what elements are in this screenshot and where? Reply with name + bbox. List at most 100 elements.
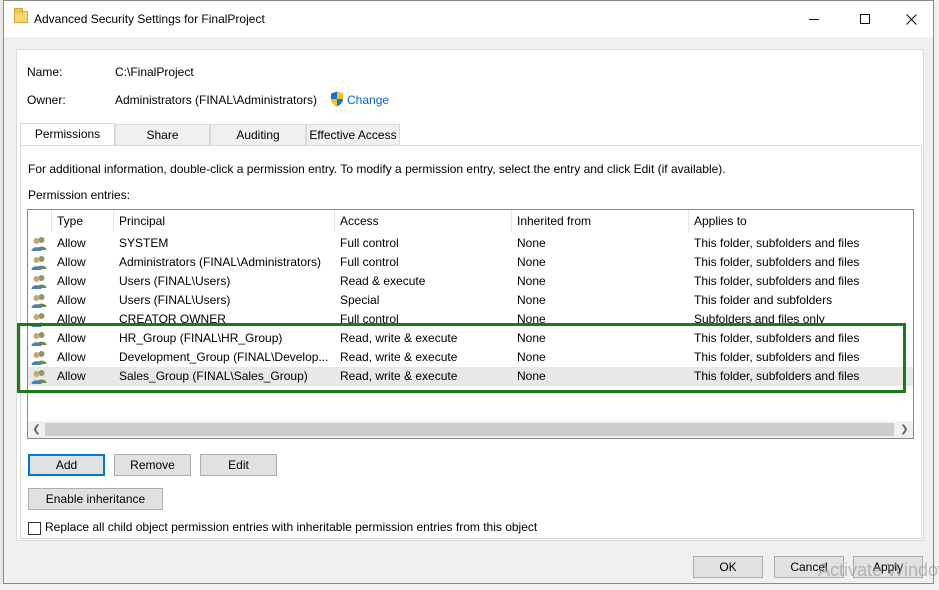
enable-inheritance-button[interactable]: Enable inheritance [28, 488, 163, 510]
cell-applies-to: This folder, subfolders and files [694, 236, 860, 250]
users-icon [31, 294, 47, 308]
horizontal-scrollbar[interactable]: ❮ ❯ [28, 421, 913, 438]
replace-child-permissions-label: Replace all child object permission entr… [45, 520, 538, 534]
cell-access: Special [340, 293, 380, 307]
cell-access: Read, write & execute [340, 369, 458, 383]
cell-applies-to: This folder and subfolders [694, 293, 833, 307]
background-window-bottom [0, 584, 939, 590]
cell-access: Read, write & execute [340, 350, 458, 364]
cell-type: Allow [57, 369, 86, 383]
folder-icon [14, 8, 28, 23]
cell-applies-to: This folder, subfolders and files [694, 274, 860, 288]
cell-inherited-from: None [517, 255, 546, 269]
cell-principal: SYSTEM [119, 236, 169, 250]
close-icon [905, 13, 917, 25]
edit-button[interactable]: Edit [200, 454, 277, 476]
permission-entry-row[interactable]: Allow Administrators (FINAL\Administrator… [28, 253, 913, 272]
cell-inherited-from: None [517, 274, 546, 288]
change-owner-link[interactable]: Change [347, 93, 389, 107]
cell-type: Allow [57, 274, 86, 288]
minimize-icon [809, 18, 819, 20]
tab-share[interactable]: Share [115, 124, 210, 146]
remove-button[interactable]: Remove [114, 454, 191, 476]
cell-principal: Administrators (FINAL\Administrators) [119, 255, 322, 269]
permissions-tab-panel: For additional information, double-click… [20, 145, 922, 539]
permission-entry-row[interactable]: Allow Sales_Group (FINAL\Sales_Group) Read… [28, 367, 913, 386]
tab-auditing[interactable]: Auditing [210, 124, 306, 146]
cell-access: Full control [340, 255, 399, 269]
permission-entry-row[interactable]: Allow CREATOR OWNER Full control None Subfol… [28, 310, 913, 329]
permission-entry-row[interactable]: Allow SYSTEM Full control None This folder, … [28, 234, 913, 253]
permission-entry-row[interactable]: Allow Users (FINAL\Users) Special None This … [28, 291, 913, 310]
cell-principal: Users (FINAL\Users) [119, 293, 231, 307]
column-principal[interactable]: Principal [114, 210, 335, 232]
background-window-edge-right [934, 0, 939, 590]
permission-entry-row[interactable]: Allow HR_Group (FINAL\HR_Group) Read, writ… [28, 329, 913, 348]
scroll-right-icon[interactable]: ❯ [896, 421, 913, 438]
column-inherited-from[interactable]: Inherited from [512, 210, 689, 232]
instructions-text: For additional information, double-click… [28, 162, 726, 176]
tab-permissions[interactable]: Permissions [20, 123, 115, 146]
cell-type: Allow [57, 312, 86, 326]
scrollbar-thumb[interactable] [45, 423, 894, 436]
add-button[interactable]: Add [28, 454, 105, 476]
cell-principal: Users (FINAL\Users) [119, 274, 231, 288]
replace-child-permissions-checkbox[interactable] [28, 522, 41, 535]
cell-inherited-from: None [517, 293, 546, 307]
column-applies-to[interactable]: Applies to [689, 210, 913, 232]
minimize-button[interactable] [791, 1, 837, 37]
permission-entries-label: Permission entries: [28, 188, 131, 202]
title-bar[interactable]: Advanced Security Settings for FinalProj… [4, 1, 933, 37]
permission-entry-row[interactable]: Allow Development_Group (FINAL\Develop...… [28, 348, 913, 367]
cell-applies-to: This folder, subfolders and files [694, 350, 860, 364]
cell-applies-to: This folder, subfolders and files [694, 369, 860, 383]
cell-access: Full control [340, 236, 399, 250]
dialog-content: Name: C:\FinalProject Owner: Administrat… [16, 49, 924, 541]
list-header: Type Principal Access Inherited from App… [28, 210, 913, 232]
cell-principal: Sales_Group (FINAL\Sales_Group) [119, 369, 308, 383]
name-label: Name: [27, 65, 63, 79]
cell-access: Read, write & execute [340, 331, 458, 345]
users-icon [31, 332, 47, 346]
cell-inherited-from: None [517, 236, 546, 250]
owner-label: Owner: [27, 93, 66, 107]
ok-button[interactable]: OK [693, 556, 763, 578]
window-title: Advanced Security Settings for FinalProj… [34, 12, 265, 26]
users-icon [31, 275, 47, 289]
scroll-left-icon[interactable]: ❮ [28, 421, 45, 438]
tab-effective-access[interactable]: Effective Access [306, 124, 400, 146]
cell-access: Read & execute [340, 274, 426, 288]
users-icon [31, 256, 47, 270]
permission-entry-row[interactable]: Allow Users (FINAL\Users) Read & execute No… [28, 272, 913, 291]
cell-principal: CREATOR OWNER [119, 312, 226, 326]
cell-access: Full control [340, 312, 399, 326]
column-access[interactable]: Access [335, 210, 512, 232]
cell-type: Allow [57, 293, 86, 307]
close-button[interactable] [888, 1, 934, 37]
cell-inherited-from: None [517, 331, 546, 345]
cell-type: Allow [57, 255, 86, 269]
cell-inherited-from: None [517, 369, 546, 383]
users-icon [31, 351, 47, 365]
permission-entries-list[interactable]: Type Principal Access Inherited from App… [27, 209, 914, 439]
advanced-security-settings-dialog: Advanced Security Settings for FinalProj… [3, 0, 934, 584]
cell-type: Allow [57, 331, 86, 345]
cell-type: Allow [57, 236, 86, 250]
maximize-button[interactable] [842, 1, 888, 37]
column-type[interactable]: Type [52, 210, 114, 232]
users-icon [31, 237, 47, 251]
cell-inherited-from: None [517, 350, 546, 364]
users-icon [31, 370, 47, 384]
cell-applies-to: This folder, subfolders and files [694, 331, 860, 345]
cell-principal: Development_Group (FINAL\Develop... [119, 350, 329, 364]
users-icon [31, 313, 47, 327]
maximize-icon [860, 14, 870, 24]
name-value: C:\FinalProject [115, 65, 194, 79]
cell-applies-to: Subfolders and files only [694, 312, 825, 326]
uac-shield-icon [331, 91, 343, 107]
cell-type: Allow [57, 350, 86, 364]
owner-value: Administrators (FINAL\Administrators) [115, 93, 318, 107]
activate-windows-watermark: Activate Windows [818, 560, 939, 580]
column-icon [28, 210, 52, 232]
cell-principal: HR_Group (FINAL\HR_Group) [119, 331, 283, 345]
